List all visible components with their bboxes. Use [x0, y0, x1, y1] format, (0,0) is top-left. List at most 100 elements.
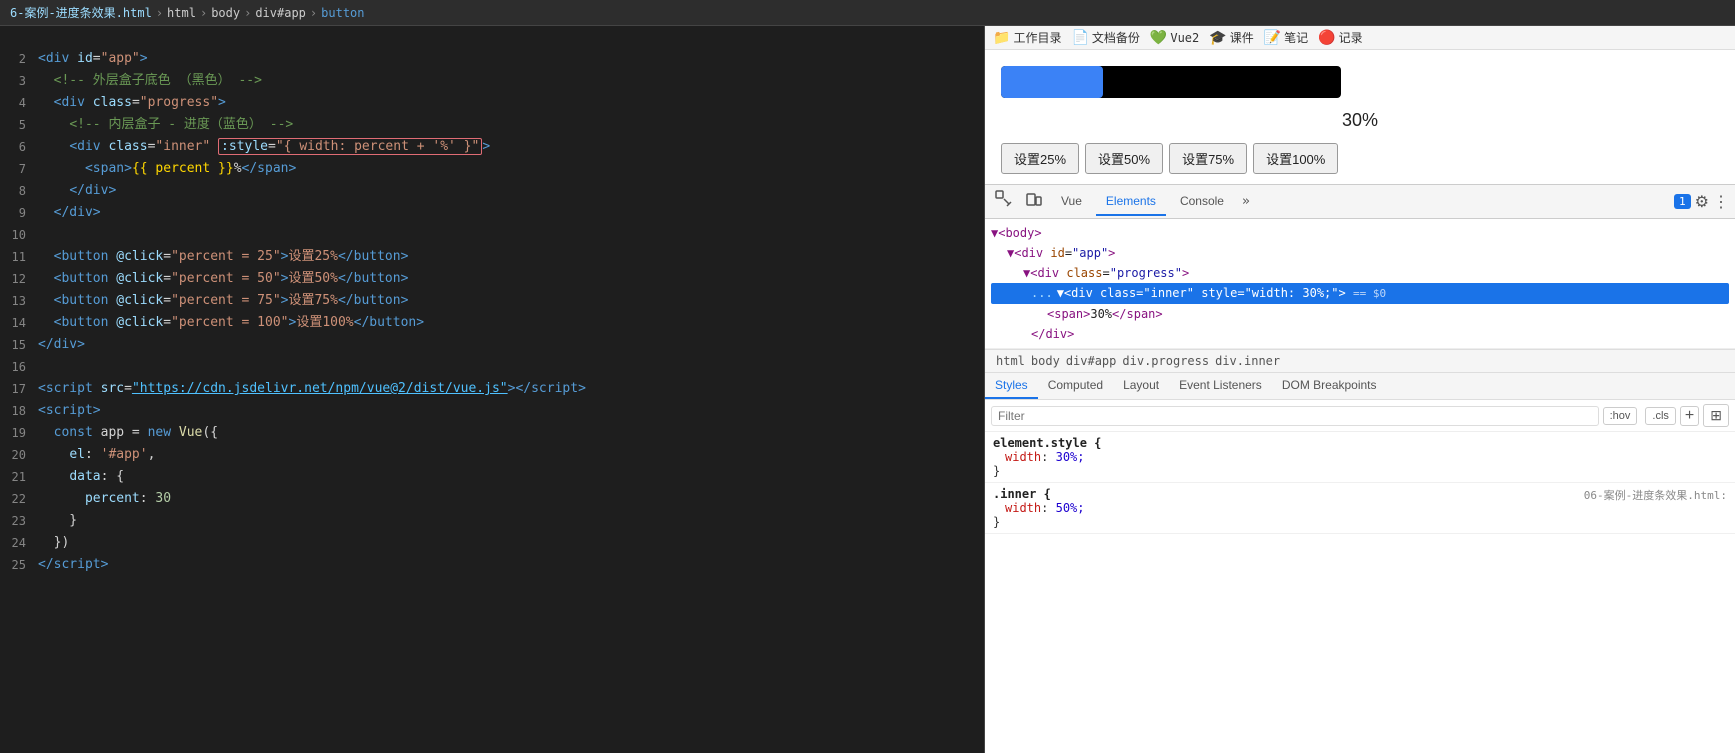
preview-button-row: 设置25% 设置50% 设置75% 设置100% — [1001, 143, 1719, 174]
bookmark-record[interactable]: 🔴 记录 — [1318, 29, 1362, 46]
error-badge: 1 — [1674, 194, 1691, 209]
cls-button[interactable]: .cls — [1645, 407, 1676, 425]
path-bar: html body div#app div.progress div.inner — [985, 349, 1735, 373]
progress-percent-text: 30% — [1001, 110, 1719, 131]
code-line-6: 6 <div class="inner" :style="{ width: pe… — [0, 136, 984, 158]
filter-input[interactable] — [991, 406, 1599, 426]
progress-bar-container — [1001, 66, 1341, 98]
code-line-1 — [0, 26, 984, 48]
bookmark-record-label: 记录 — [1339, 29, 1363, 46]
tab-vue[interactable]: Vue — [1051, 188, 1092, 216]
styles-tab-layout[interactable]: Layout — [1113, 373, 1169, 399]
tree-div-progress[interactable]: ▼<div class="progress"> — [991, 263, 1729, 283]
code-line-18: 18 <script> — [0, 400, 984, 422]
record-icon: 🔴 — [1318, 30, 1335, 46]
devtools-toolbar: Vue Elements Console » 1 ⚙ ⋮ — [985, 185, 1735, 219]
set-25-button[interactable]: 设置25% — [1001, 143, 1079, 174]
hov-button[interactable]: :hov — [1603, 407, 1638, 425]
breadcrumb-filename[interactable]: 6-案例-进度条效果.html — [10, 4, 152, 21]
bookmark-vue2-label: Vue2 — [1170, 31, 1199, 45]
style-selector-inner: .inner { 06-案例-进度条效果.html: — [993, 487, 1727, 501]
breadcrumb-sep-4: › — [310, 6, 317, 20]
code-line-22: 22 percent: 30 — [0, 488, 984, 510]
inspect-element-button[interactable] — [991, 186, 1017, 217]
code-line-25: 25 </script> — [0, 554, 984, 576]
style-prop-width-50[interactable]: width: 50%; — [993, 501, 1727, 515]
tab-elements[interactable]: Elements — [1096, 188, 1166, 216]
tree-span-30[interactable]: <span>30%</span> — [991, 304, 1729, 324]
code-line-20: 20 el: '#app', — [0, 444, 984, 466]
set-100-button[interactable]: 设置100% — [1253, 143, 1338, 174]
code-line-19: 19 const app = new Vue({ — [0, 422, 984, 444]
code-line-5: 5 <!-- 内层盒子 - 进度（蓝色） --> — [0, 114, 984, 136]
vue-icon: 💚 — [1150, 30, 1167, 46]
code-line-10: 10 — [0, 224, 984, 246]
style-prop-width-30[interactable]: width: 30%; — [993, 450, 1727, 464]
styles-tab-styles[interactable]: Styles — [985, 373, 1038, 399]
path-body[interactable]: body — [1028, 353, 1063, 369]
styles-tabs: Styles Computed Layout Event Listeners D… — [985, 373, 1735, 400]
styles-tab-dombreakpoints[interactable]: DOM Breakpoints — [1272, 373, 1387, 399]
breadcrumb-sep-2: › — [200, 6, 207, 20]
style-selector-element: element.style { — [993, 436, 1727, 450]
device-toolbar-button[interactable] — [1021, 186, 1047, 217]
code-line-9: 9 </div> — [0, 202, 984, 224]
tab-console[interactable]: Console — [1170, 188, 1234, 216]
code-line-24: 24 }) — [0, 532, 984, 554]
code-line-13: 13 <button @click="percent = 75">设置75%</… — [0, 290, 984, 312]
bookmark-courseware-label: 课件 — [1230, 29, 1254, 46]
breadcrumb-sep-1: › — [156, 6, 163, 20]
devtools-settings-button[interactable]: ⚙ — [1695, 192, 1709, 212]
notes-icon: 📝 — [1264, 30, 1281, 46]
path-divapp[interactable]: div#app — [1063, 353, 1120, 369]
bookmark-notes[interactable]: 📝 笔记 — [1264, 29, 1308, 46]
style-icon-btn[interactable]: ⊞ — [1703, 404, 1729, 427]
bookmark-notes-label: 笔记 — [1284, 29, 1308, 46]
breadcrumb-bar: 6-案例-进度条效果.html › html › body › div#app … — [0, 0, 1735, 26]
code-line-8: 8 </div> — [0, 180, 984, 202]
code-line-12: 12 <button @click="percent = 50">设置50%</… — [0, 268, 984, 290]
bookmarks-bar: 📁 工作目录 📄 文档备份 💚 Vue2 🎓 课件 📝 笔记 🔴 记录 — [985, 26, 1735, 50]
styles-tab-eventlisteners[interactable]: Event Listeners — [1169, 373, 1272, 399]
tree-div-inner[interactable]: ...▼<div class="inner" style="width: 30%… — [991, 283, 1729, 304]
style-close-brace-2: } — [993, 515, 1727, 529]
path-divinner[interactable]: div.inner — [1212, 353, 1283, 369]
elements-tree: ▼<body> ▼<div id="app"> ▼<div class="pro… — [985, 219, 1735, 349]
bookmark-docbak-label: 文档备份 — [1092, 29, 1140, 46]
bookmark-docbak[interactable]: 📄 文档备份 — [1071, 29, 1139, 46]
bookmark-vue2[interactable]: 💚 Vue2 — [1150, 30, 1199, 46]
breadcrumb-html[interactable]: html — [167, 6, 196, 20]
code-line-15: 15 </div> — [0, 334, 984, 356]
path-divprogress[interactable]: div.progress — [1119, 353, 1212, 369]
styles-tab-computed[interactable]: Computed — [1038, 373, 1113, 399]
graduate-icon: 🎓 — [1209, 30, 1226, 46]
breadcrumb-divapp[interactable]: div#app — [255, 6, 306, 20]
style-close-brace-1: } — [993, 464, 1727, 478]
code-line-21: 21 data: { — [0, 466, 984, 488]
code-line-23: 23 } — [0, 510, 984, 532]
styles-panel: element.style { width: 30%; } .inner { 0… — [985, 432, 1735, 753]
tree-div-inner-close[interactable]: </div> — [991, 324, 1729, 344]
set-75-button[interactable]: 设置75% — [1169, 143, 1247, 174]
preview-area: 30% 设置25% 设置50% 设置75% 设置100% — [985, 50, 1735, 184]
path-html[interactable]: html — [993, 353, 1028, 369]
bookmark-workdir[interactable]: 📁 工作目录 — [993, 29, 1061, 46]
add-style-button[interactable]: + — [1680, 406, 1699, 426]
tree-body[interactable]: ▼<body> — [991, 223, 1729, 243]
code-editor-panel: 2 <div id="app"> 3 <!-- 外层盒子底色 （黑色） --> … — [0, 26, 985, 753]
breadcrumb-body[interactable]: body — [211, 6, 240, 20]
right-panel: 📁 工作目录 📄 文档备份 💚 Vue2 🎓 课件 📝 笔记 🔴 记录 — [985, 26, 1735, 753]
main-layout: 2 <div id="app"> 3 <!-- 外层盒子底色 （黑色） --> … — [0, 26, 1735, 753]
progress-bar-inner — [1001, 66, 1103, 98]
devtools-menu-button[interactable]: ⋮ — [1713, 192, 1729, 212]
breadcrumb-button[interactable]: button — [321, 6, 364, 20]
folder-icon: 📁 — [993, 30, 1010, 46]
code-line-16: 16 — [0, 356, 984, 378]
bookmark-courseware[interactable]: 🎓 课件 — [1209, 29, 1253, 46]
more-tabs-button[interactable]: » — [1238, 194, 1254, 209]
tree-div-app[interactable]: ▼<div id="app"> — [991, 243, 1729, 263]
doc-icon: 📄 — [1071, 30, 1088, 46]
code-line-14: 14 <button @click="percent = 100">设置100%… — [0, 312, 984, 334]
code-line-7: 7 <span>{{ percent }}%</span> — [0, 158, 984, 180]
set-50-button[interactable]: 设置50% — [1085, 143, 1163, 174]
